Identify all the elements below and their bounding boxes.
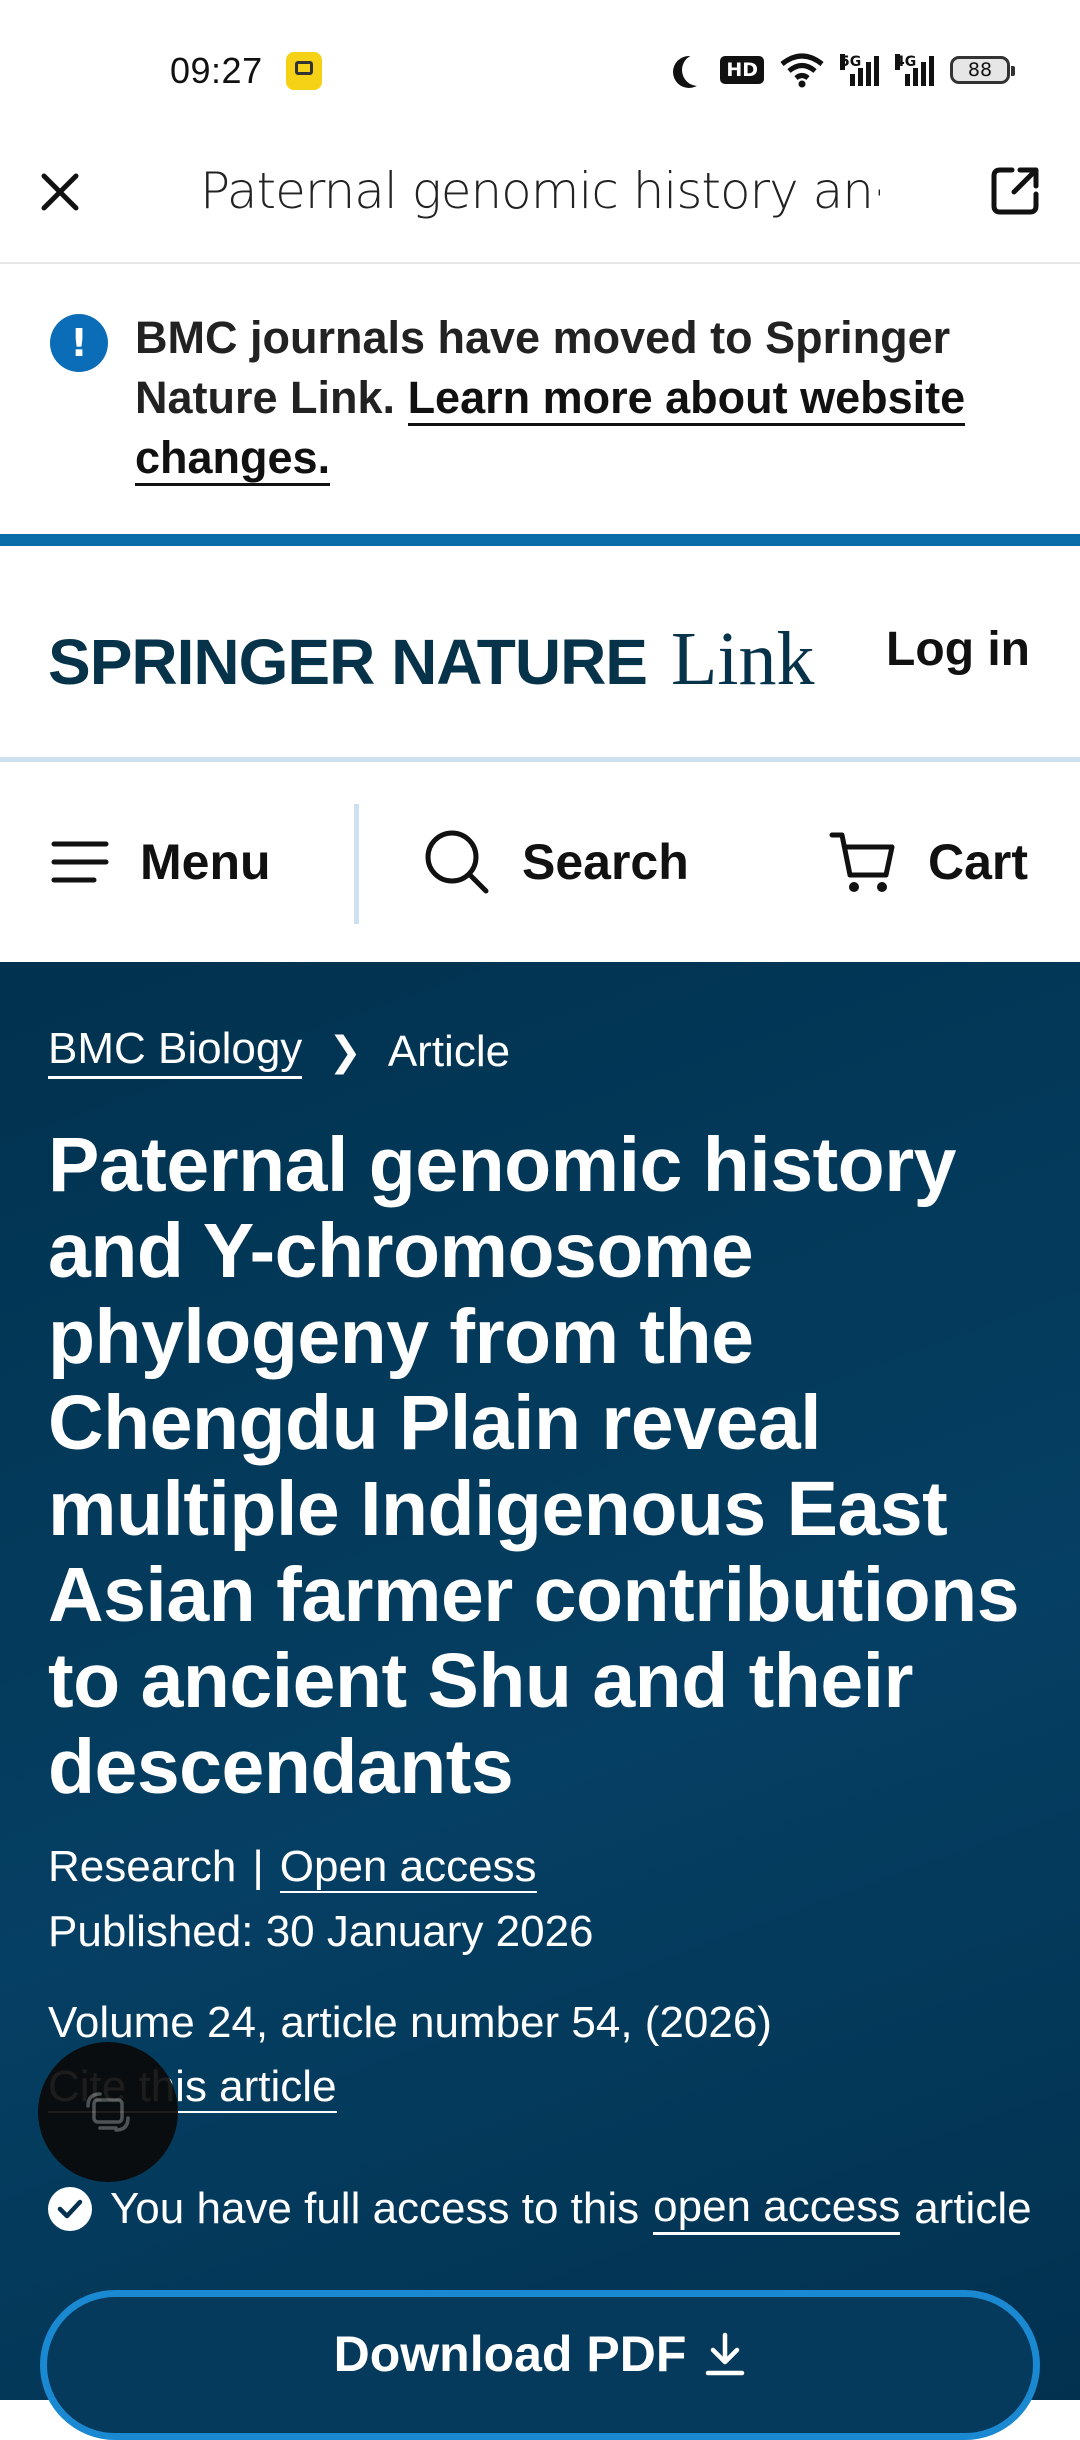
site-header: SPRINGER NATURE Link Log in: [0, 546, 1080, 762]
cart-label: Cart: [928, 834, 1029, 890]
info-alert-icon: !: [50, 314, 108, 372]
access-suffix: article: [914, 2183, 1032, 2233]
chevron-right-icon: ❯: [328, 1029, 362, 1074]
hd-voice-icon: HD: [720, 56, 764, 84]
close-icon[interactable]: [38, 170, 82, 214]
status-time: 09:27: [170, 50, 263, 91]
browser-toolbar: Paternal genomic history an⋯: [0, 140, 1080, 264]
access-notice: You have full access to this open access…: [48, 2182, 1032, 2235]
article-hero: BMC Biology ❯ Article Paternal genomic h…: [0, 962, 1080, 2440]
check-circle-icon: [48, 2186, 92, 2231]
search-button[interactable]: Search: [422, 762, 689, 962]
nav-divider: [354, 804, 359, 924]
signal-4g-icon: 4G: [895, 54, 934, 86]
screen-capture-icon: [86, 2092, 130, 2132]
logo-wordmark: SPRINGER NATURE: [48, 626, 648, 698]
menu-label: Menu: [140, 834, 271, 890]
wifi-icon: [780, 53, 824, 88]
do-not-disturb-icon: [682, 54, 714, 86]
main-nav: Menu Search Cart: [0, 762, 1080, 962]
open-external-icon[interactable]: [988, 164, 1042, 218]
article-title: Paternal genomic history and Y-chromosom…: [48, 1122, 1020, 1810]
breadcrumb-journal-link[interactable]: BMC Biology: [48, 1024, 303, 1079]
open-access-article-link[interactable]: open access: [653, 2182, 901, 2235]
breadcrumb: BMC Biology ❯ Article: [48, 1024, 510, 1079]
logo-link-word: Link: [670, 617, 815, 701]
notice-text: BMC journals have moved to Springer Natu…: [135, 308, 985, 488]
article-type-row: Research | Open access: [48, 1842, 537, 1893]
download-icon: [706, 2332, 745, 2376]
hamburger-icon: [51, 841, 109, 883]
open-access-link[interactable]: Open access: [279, 1842, 537, 1893]
article-type: Research: [48, 1842, 237, 1891]
menu-button[interactable]: Menu: [50, 762, 271, 962]
cart-button[interactable]: Cart: [828, 762, 1028, 962]
status-icons: HD 5G 4G 88: [672, 48, 1015, 92]
search-icon: [425, 830, 489, 894]
springer-nature-link-logo[interactable]: SPRINGER NATURE Link: [48, 616, 815, 703]
cart-icon: [829, 832, 895, 892]
app-notification-icon: [286, 52, 322, 90]
browser-page-title: Paternal genomic history an⋯: [200, 162, 880, 220]
signal-5g-icon: 5G: [840, 54, 879, 86]
volume-info: Volume 24, article number 54, (2026): [48, 1998, 772, 2047]
download-pdf-label: Download PDF: [333, 2326, 687, 2382]
status-bar: 09:27 HD 5G 4G 88: [0, 0, 1080, 140]
battery-icon: 88: [950, 56, 1015, 84]
login-link[interactable]: Log in: [886, 622, 1030, 677]
breadcrumb-current: Article: [387, 1026, 511, 1076]
published-date: Published: 30 January 2026: [48, 1907, 594, 1956]
meta-separator: |: [252, 1842, 264, 1891]
access-prefix: You have full access to this: [110, 2183, 640, 2233]
accent-stripe: [0, 534, 1080, 546]
search-label: Search: [522, 834, 689, 890]
floating-screen-capture-button[interactable]: [38, 2042, 178, 2182]
migration-notice: ! BMC journals have moved to Springer Na…: [0, 264, 1080, 534]
download-pdf-button[interactable]: Download PDF: [40, 2290, 1040, 2440]
